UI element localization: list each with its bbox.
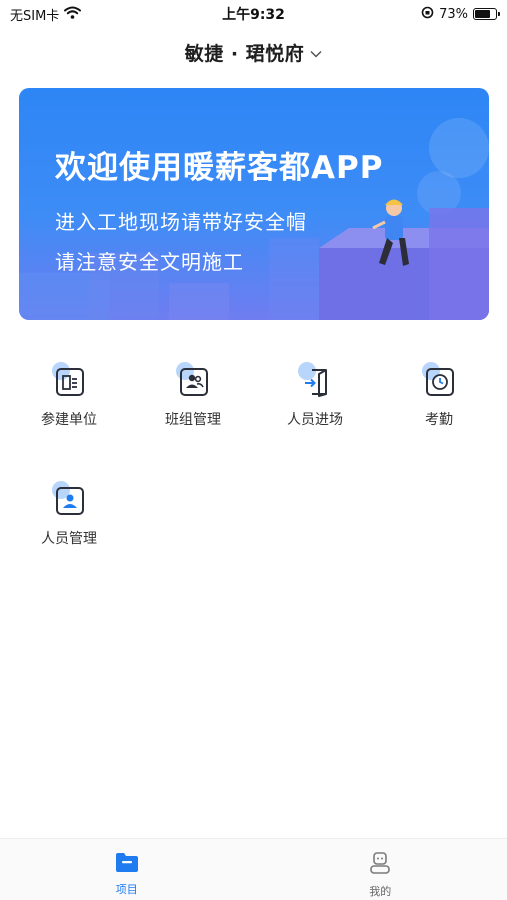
menu-label: 人员管理 bbox=[41, 531, 97, 547]
status-bar: 无SIM卡 上午9:32 73% bbox=[0, 0, 507, 28]
wifi-icon bbox=[64, 6, 82, 23]
folder-icon bbox=[114, 851, 140, 877]
menu-team-management[interactable]: 班组管理 bbox=[143, 362, 243, 452]
project-title: 敏捷 · 珺悦府 bbox=[184, 42, 305, 65]
battery-icon bbox=[473, 8, 500, 20]
banner-safety-notice: 请注意安全文明施工 bbox=[55, 250, 244, 274]
status-left: 无SIM卡 bbox=[10, 5, 82, 24]
menu-label: 班组管理 bbox=[165, 412, 221, 428]
banner-title: 欢迎使用暖薪客都APP bbox=[55, 150, 384, 186]
team-icon bbox=[174, 362, 212, 400]
menu-label: 人员进场 bbox=[287, 412, 343, 428]
menu-personnel-entry[interactable]: 人员进场 bbox=[265, 362, 365, 452]
menu-label: 参建单位 bbox=[41, 412, 97, 428]
clock-icon bbox=[420, 362, 458, 400]
menu-attendance[interactable]: 考勤 bbox=[389, 362, 489, 452]
carrier-label: 无SIM卡 bbox=[10, 8, 60, 24]
tab-mine[interactable]: 我的 bbox=[254, 839, 507, 900]
status-right: 73% bbox=[421, 6, 500, 23]
orientation-lock-icon bbox=[421, 6, 434, 23]
tab-project[interactable]: 项目 bbox=[0, 839, 254, 900]
tab-label: 我的 bbox=[369, 885, 392, 898]
battery-percent: 73% bbox=[439, 6, 468, 22]
building-list-icon bbox=[50, 362, 88, 400]
welcome-banner: 欢迎使用暖薪客都APP 进入工地现场请带好安全帽 请注意安全文明施工 bbox=[19, 88, 489, 320]
door-enter-icon bbox=[296, 362, 334, 400]
chevron-down-icon bbox=[310, 43, 322, 62]
user-icon bbox=[368, 851, 392, 879]
banner-illustration bbox=[19, 118, 489, 320]
banner-safety-helmet: 进入工地现场请带好安全帽 bbox=[55, 210, 307, 234]
project-selector[interactable]: 敏捷 · 珺悦府 bbox=[0, 34, 507, 70]
menu-personnel-management[interactable]: 人员管理 bbox=[19, 481, 119, 571]
menu-participating-units[interactable]: 参建单位 bbox=[19, 362, 119, 452]
tab-label: 项目 bbox=[115, 883, 138, 896]
battery-level bbox=[475, 10, 490, 18]
menu-label: 考勤 bbox=[425, 412, 453, 428]
tab-bar: 项目 我的 bbox=[0, 838, 507, 900]
person-card-icon bbox=[50, 481, 88, 519]
